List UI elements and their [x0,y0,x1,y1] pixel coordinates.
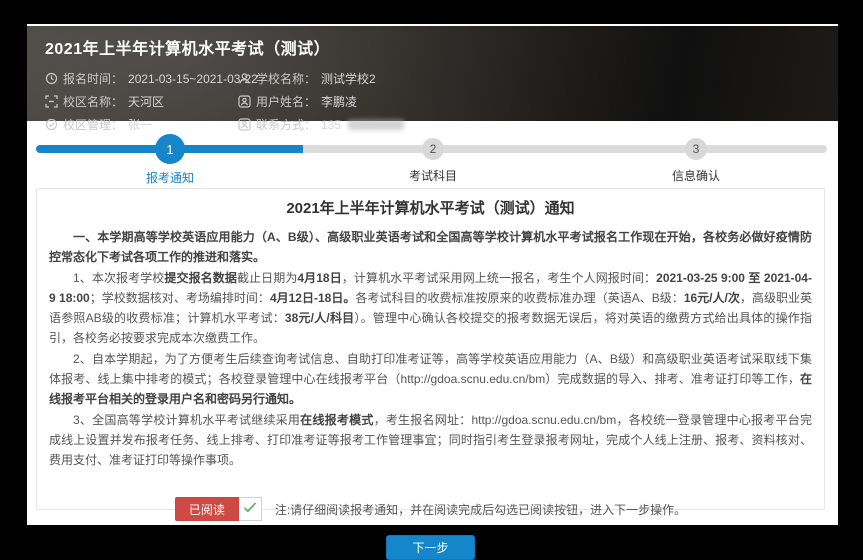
step-number: 3 [685,138,707,160]
page-title: 2021年上半年计算机水平考试（测试） [45,35,838,59]
info-value: 李鹏凌 [321,93,357,110]
header-banner: 2021年上半年计算机水平考试（测试） 报名时间：2021-03-15~2021… [27,26,838,121]
confirm-row: 已阅读 注:请仔细阅读报考通知，并在阅读完成后勾选已阅读按钮，进入下一步操作。 [49,497,812,521]
scan-frame-icon [45,95,58,108]
read-confirm-button[interactable]: 已阅读 [175,497,239,521]
app-window: 2021年上半年计算机水平考试（测试） 报名时间：2021-03-15~2021… [27,24,838,525]
info-row-user-name: 用户姓名： 李鹏凌 [238,93,404,110]
step-exam-subjects: 2 考试科目 [373,138,493,184]
step-number: 2 [422,138,444,160]
next-step-button[interactable]: 下一步 [386,535,474,560]
notice-paragraph-intro: 一、本学期高等学校英语应用能力（A、B级）、高级职业英语考试和全国高等学校计算机… [49,227,812,267]
info-value: 天河区 [128,93,164,110]
step-report-notice: 1 报考通知 [110,134,230,186]
step-label: 信息确认 [636,167,756,184]
info-label: 用户姓名： [256,93,316,110]
notice-title: 2021年上半年计算机水平考试（测试）通知 [49,197,812,218]
step-info-confirm: 3 信息确认 [636,138,756,184]
clock-icon [45,72,58,85]
id-card-icon [238,95,251,108]
notice-card: 2021年上半年计算机水平考试（测试）通知 一、本学期高等学校英语应用能力（A、… [36,188,825,510]
info-label: 校区名称： [63,93,123,110]
step-label: 考试科目 [373,167,493,184]
header-info: 报名时间：2021-03-15~2021-03-22 校区名称：天河区 校区管理… [45,70,838,133]
confirm-note: 注:请仔细阅读报考通知，并在阅读完成后勾选已阅读按钮，进入下一步操作。 [275,501,686,518]
read-checkbox[interactable] [239,497,262,521]
info-label: 报名时间： [63,70,123,87]
notice-paragraph-3: 3、全国高等学校计算机水平考试继续采用在线报考模式，考生报名网址：http://… [49,410,812,470]
step-number: 1 [155,134,185,164]
notice-paragraph-2: 2、自本学期起，为了方便考生后续查询考试信息、自助打印准考证等，高等学校英语应用… [49,349,812,409]
info-label: 学校名称： [256,70,316,87]
info-row-campus-name: 校区名称： 天河区 [45,93,238,110]
info-value: 测试学校2 [321,70,376,87]
info-row-school-name: 学校名称： 测试学校2 [238,70,404,87]
info-row-reg-time: 报名时间：2021-03-15~2021-03-22 [45,70,238,87]
checkmark-icon [243,500,257,518]
user-icon [238,72,251,85]
stepper: 1 报考通知 2 考试科目 3 信息确认 [27,126,838,188]
next-row: 下一步 [49,535,812,560]
step-label: 报考通知 [110,169,230,186]
notice-paragraph-1: 1、本次报考学校提交报名数据截止日期为4月18日，计算机水平考试采用网上统一报名… [49,268,812,348]
